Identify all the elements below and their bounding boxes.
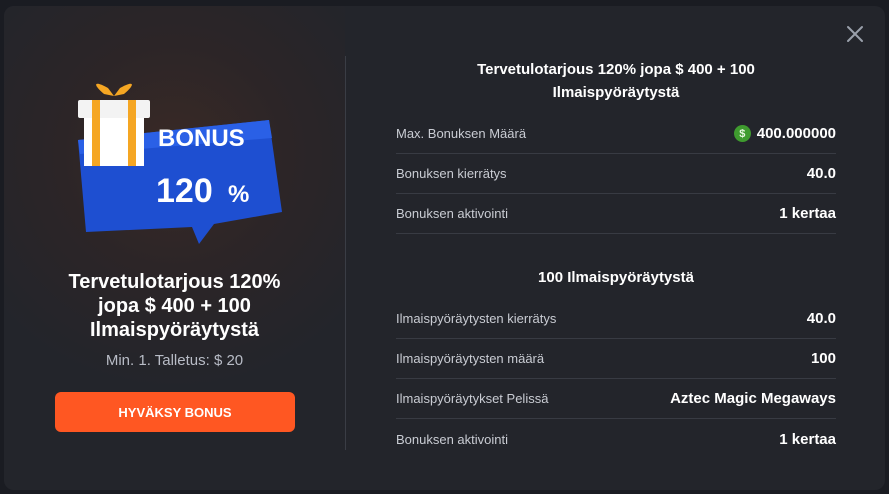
accept-bonus-button[interactable]: HYVÄKSY BONUS (55, 392, 295, 432)
offer-summary-panel: BONUS 120 % Tervetulotarjous 120% jopa $… (4, 6, 345, 490)
detail-row-fs-count: Ilmaispyöräytysten määrä 100 (396, 339, 836, 379)
detail-label: Ilmaispyöräytysten määrä (396, 351, 545, 366)
detail-row-fs-game: Ilmaispyöräytykset Pelissä Aztec Magic M… (396, 379, 836, 419)
detail-row-fs-activation: Bonuksen aktivointi 1 kertaa (396, 419, 836, 459)
offer-title: Tervetulotarjous 120% jopa $ 400 + 100 I… (24, 270, 325, 342)
bonus-badge: BONUS 120 % (78, 83, 282, 244)
bonus-section-title: Tervetulotarjous 120% jopa $ 400 + 100 I… (396, 58, 836, 104)
detail-label: Ilmaispyöräytykset Pelissä (396, 391, 549, 406)
detail-row-max-bonus: Max. Bonuksen Määrä $ 400.000000 (396, 114, 836, 154)
badge-word: BONUS (158, 125, 245, 152)
offer-title-line: jopa $ 400 + 100 (98, 295, 251, 317)
detail-value: 40.0 (806, 165, 836, 182)
detail-row-activation: Bonuksen aktivointi 1 kertaa (396, 194, 836, 234)
bonus-section-title-line: Tervetulotarjous 120% jopa $ 400 + 100 (477, 61, 755, 78)
bonus-section-title-line: Ilmaispyöräytystä (552, 84, 680, 101)
detail-row-fs-wagering: Ilmaispyöräytysten kierrätys 40.0 (396, 299, 836, 339)
detail-value: Aztec Magic Megaways (670, 390, 836, 407)
detail-label: Bonuksen kierrätys (396, 166, 507, 181)
detail-label: Max. Bonuksen Määrä (396, 126, 527, 141)
min-deposit-text: Min. 1. Talletus: $ 20 (105, 352, 244, 369)
detail-value: 1 kertaa (779, 205, 836, 222)
detail-value: 100 (810, 350, 836, 367)
detail-label: Bonuksen aktivointi (396, 206, 509, 221)
offer-title-line: Ilmaispyöräytystä (90, 319, 259, 341)
badge-percent: 120 (156, 172, 213, 210)
panel-divider (345, 56, 346, 450)
dollar-coin-icon: $ (733, 125, 751, 142)
detail-value: 1 kertaa (779, 430, 836, 448)
gift-icon (78, 83, 150, 166)
freespins-section-title: 100 Ilmaispyöräytystä (538, 269, 694, 286)
close-icon[interactable] (845, 24, 865, 44)
detail-value: $ 400.000000 (733, 125, 836, 142)
detail-label: Ilmaispyöräytysten kierrätys (396, 311, 557, 326)
detail-value: 40.0 (806, 310, 836, 327)
max-bonus-amount: 400.000000 (756, 125, 836, 142)
badge-percent-sign: % (228, 181, 249, 208)
offer-title-line: Tervetulotarjous 120% (68, 271, 281, 293)
detail-label: Bonuksen aktivointi (396, 431, 509, 447)
bonus-modal: BONUS 120 % Tervetulotarjous 120% jopa $… (4, 6, 885, 490)
detail-row-wagering: Bonuksen kierrätys 40.0 (396, 154, 836, 194)
